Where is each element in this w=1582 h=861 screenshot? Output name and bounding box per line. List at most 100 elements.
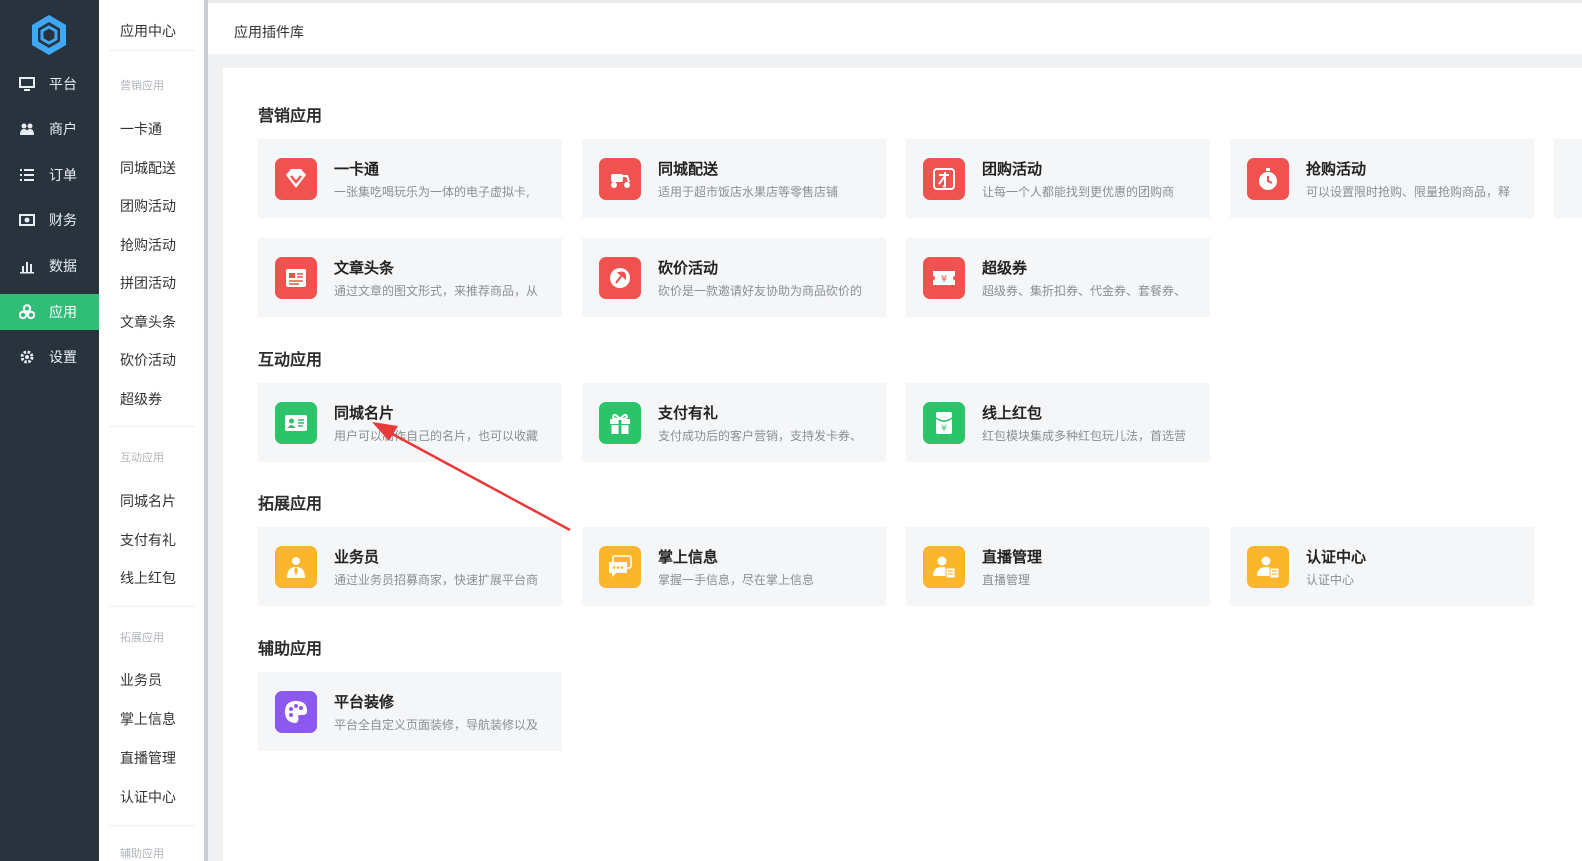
submenu-group-extension: 拓展应用	[120, 631, 164, 644]
app-desc: 用户可以制作自己的名片，也可以收藏	[334, 429, 539, 443]
gift-icon	[599, 402, 641, 444]
submenu-item[interactable]: 线上红包	[120, 568, 176, 588]
section-title-auxiliary: 辅助应用	[258, 639, 323, 658]
red-packet-icon: ¥	[923, 402, 965, 444]
monitor-icon	[19, 77, 35, 91]
submenu-item[interactable]: 业务员	[120, 670, 162, 690]
app-card-flash-sale[interactable]: 抢购活动 可以设置限时抢购、限量抢购商品，释	[1230, 139, 1534, 218]
app-name: 一卡通	[334, 160, 380, 178]
nav-item-finance[interactable]: 财务	[0, 202, 99, 238]
app-card-salesman[interactable]: 业务员 通过业务员招募商家，快速扩展平台商	[258, 527, 562, 606]
app-card-one-card[interactable]: 一卡通 一张集吃喝玩乐为一体的电子虚拟卡,	[258, 139, 562, 218]
app-card-bargain[interactable]: 砍价活动 砍价是一款邀请好友协助为商品砍价的	[582, 238, 886, 317]
app-name: 线上红包	[982, 404, 1043, 422]
ticket-icon: ¥	[923, 257, 965, 299]
app-card-delivery[interactable]: 同城配送 适用于超市饭店水果店等零售店铺	[582, 139, 886, 218]
nav-label: 财务	[49, 213, 77, 229]
divider	[109, 606, 195, 607]
axe-icon	[599, 257, 641, 299]
nav-label: 数据	[49, 259, 77, 275]
app-card-red-packet[interactable]: ¥ 线上红包 红包模块集成多种红包玩儿法，首选营	[906, 383, 1210, 462]
submenu-item[interactable]: 砍价活动	[120, 350, 176, 370]
submenu-item[interactable]: 直播管理	[120, 748, 176, 768]
app-card-info[interactable]: 掌上信息 掌握一手信息，尽在掌上信息	[582, 527, 886, 606]
submenu-item[interactable]: 支付有礼	[120, 530, 176, 550]
submenu-title: 应用中心	[120, 24, 176, 40]
nav-item-settings[interactable]: 设置	[0, 339, 99, 375]
submenu-item[interactable]: 文章头条	[120, 312, 176, 332]
app-card-decoration[interactable]: 平台装修 平台全自定义页面装修，导航装修以及	[258, 672, 562, 751]
app-desc: 通过文章的图文形式，来推荐商品，从	[334, 284, 539, 298]
svg-text:¥: ¥	[941, 424, 947, 434]
app-name: 认证中心	[1306, 548, 1367, 566]
chat-icon	[599, 546, 641, 588]
page-title: 应用插件库	[234, 25, 304, 41]
app-desc: 红包模块集成多种红包玩儿法，首选营	[982, 429, 1187, 443]
app-card-certification[interactable]: 认证中心 认证中心	[1230, 527, 1534, 606]
salesman-icon	[275, 546, 317, 588]
app-card-pay-gift[interactable]: 支付有礼 支付成功后的客户营销，支持发卡券、	[582, 383, 886, 462]
app-name: 业务员	[334, 548, 380, 566]
app-card-articles[interactable]: 文章头条 通过文章的图文形式，来推荐商品，从	[258, 238, 562, 317]
app-desc: 掌握一手信息，尽在掌上信息	[658, 573, 815, 587]
submenu-group-auxiliary: 辅助应用	[120, 847, 164, 860]
app-desc: 认证中心	[1306, 573, 1355, 587]
submenu-item[interactable]: 同城配送	[120, 158, 176, 178]
list-icon	[20, 169, 34, 181]
app-desc: 超级券、集折扣券、代金券、套餐券、	[982, 284, 1187, 298]
users-icon	[20, 123, 34, 135]
app-desc: 可以设置限时抢购、限量抢购商品，释	[1306, 185, 1511, 199]
divider	[109, 426, 195, 427]
app-desc: 通过业务员招募商家，快速扩展平台商	[334, 573, 539, 587]
article-icon	[275, 257, 317, 299]
nav-item-data[interactable]: 数据	[0, 248, 99, 284]
nav-label: 平台	[49, 77, 77, 93]
app-card-super-coupon[interactable]: ¥ 超级券 超级券、集折扣券、代金券、套餐券、	[906, 238, 1210, 317]
nav-label: 订单	[49, 168, 77, 184]
logo-icon[interactable]	[30, 14, 68, 56]
submenu-item[interactable]: 掌上信息	[120, 709, 176, 729]
app-desc: 直播管理	[982, 573, 1031, 587]
submenu-item[interactable]: 认证中心	[120, 787, 176, 807]
app-name: 直播管理	[982, 548, 1043, 566]
nav-item-platform[interactable]: 平台	[0, 66, 99, 102]
svg-text:¥: ¥	[941, 274, 947, 285]
nav-label: 商户	[49, 122, 77, 138]
app-card-live[interactable]: 直播管理 直播管理	[906, 527, 1210, 606]
app-card-group-buy[interactable]: 团购活动 让每一个人都能找到更优惠的团购商	[906, 139, 1210, 218]
id-card-icon	[275, 402, 317, 444]
app-desc: 适用于超市饭店水果店等零售店铺	[658, 185, 839, 199]
app-name: 平台装修	[334, 693, 395, 711]
main-sidebar: 平台 商户 订单 财务 数据 应用 设置	[0, 0, 99, 861]
app-card-business-card[interactable]: 同城名片 用户可以制作自己的名片，也可以收藏	[258, 383, 562, 462]
nav-item-orders[interactable]: 订单	[0, 157, 99, 193]
app-name: 超级券	[982, 259, 1028, 277]
submenu-item[interactable]: 超级券	[120, 389, 162, 409]
palette-icon	[275, 691, 317, 733]
submenu-item[interactable]: 团购活动	[120, 196, 176, 216]
app-desc: 一张集吃喝玩乐为一体的电子虚拟卡,	[334, 185, 530, 199]
submenu-item[interactable]: 拼团活动	[120, 273, 176, 293]
certify-icon	[1247, 546, 1289, 588]
section-title-marketing: 营销应用	[258, 106, 323, 125]
submenu-group-marketing: 营销应用	[120, 79, 164, 92]
apps-icon	[19, 304, 35, 320]
group-buy-icon	[923, 158, 965, 200]
divider	[109, 825, 195, 826]
nav-label: 应用	[49, 305, 77, 321]
app-card-partial[interactable]	[1554, 139, 1582, 218]
app-name: 掌上信息	[658, 548, 719, 566]
submenu-item[interactable]: 同城名片	[120, 491, 176, 511]
top-bar: 应用插件库	[208, 0, 1582, 54]
submenu-item[interactable]: 一卡通	[120, 119, 162, 139]
submenu-item[interactable]: 抢购活动	[120, 235, 176, 255]
app-name: 同城配送	[658, 160, 719, 178]
submenu-group-interactive: 互动应用	[120, 451, 164, 464]
nav-item-merchant[interactable]: 商户	[0, 111, 99, 147]
nav-item-apps[interactable]: 应用	[0, 294, 99, 330]
scooter-icon	[599, 158, 641, 200]
money-icon	[19, 214, 35, 226]
section-title-extension: 拓展应用	[258, 494, 323, 513]
app-name: 文章头条	[334, 259, 395, 277]
app-name: 砍价活动	[658, 259, 719, 277]
